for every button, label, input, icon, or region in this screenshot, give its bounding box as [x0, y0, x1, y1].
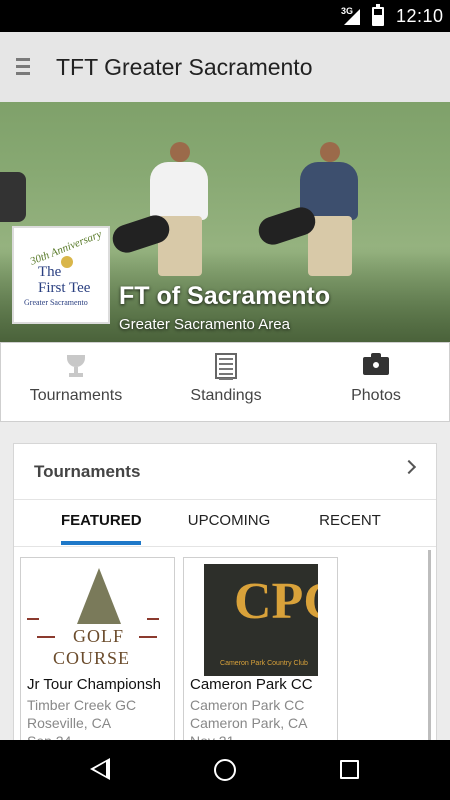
section-nav: Tournaments Standings Photos	[0, 342, 450, 422]
nav-photos[interactable]: Photos	[301, 343, 450, 423]
nav-label: Tournaments	[29, 387, 123, 404]
nav-standings[interactable]: Standings	[151, 343, 301, 423]
active-tab-indicator	[61, 541, 141, 545]
hero-banner: 30th Anniversary The First Tee Greater S…	[0, 102, 450, 342]
course-logo: CPC Cameron Park Country Club	[204, 564, 318, 676]
status-bar: 3G 12:10	[0, 0, 450, 32]
tab-upcoming[interactable]: UPCOMING	[179, 501, 279, 547]
tournament-tabs: FEATURED UPCOMING RECENT	[14, 501, 436, 547]
tournaments-card-header[interactable]: Tournaments	[14, 444, 436, 500]
battery-icon	[372, 4, 384, 26]
tournament-name: Cameron Park CC	[190, 676, 313, 693]
tab-recent[interactable]: RECENT	[310, 501, 390, 547]
hamburger-menu-icon[interactable]	[16, 58, 30, 76]
golf-ball-icon	[61, 256, 73, 268]
tournament-course: Cameron Park CC	[190, 697, 305, 713]
hero-photo-figure	[0, 172, 26, 222]
hero-title: FT of Sacramento	[119, 282, 331, 310]
home-icon[interactable]	[214, 759, 236, 781]
tournament-tile[interactable]: GOLF COURSE Jr Tour Championsh Timber Cr…	[20, 557, 175, 743]
card-title: Tournaments	[34, 462, 141, 481]
status-time: 12:10	[396, 6, 444, 26]
tree-icon	[77, 568, 121, 624]
tournaments-card: Tournaments FEATURED UPCOMING RECENT GOL…	[13, 443, 437, 743]
standings-list-icon	[213, 353, 239, 380]
recent-apps-icon[interactable]	[340, 760, 359, 779]
tournament-location: Roseville, CA	[27, 715, 112, 731]
app-bar: TFT Greater Sacramento	[0, 32, 450, 102]
org-logo: 30th Anniversary The First Tee Greater S…	[12, 226, 110, 324]
nav-tournaments[interactable]: Tournaments	[1, 343, 151, 423]
tournament-course: Timber Creek GC	[27, 697, 137, 713]
system-nav-bar	[0, 740, 450, 800]
tournament-name: Jr Tour Championsh	[27, 676, 161, 693]
chevron-right-icon[interactable]	[401, 459, 417, 475]
nav-label: Standings	[190, 387, 262, 404]
content-area: Tournaments FEATURED UPCOMING RECENT GOL…	[0, 422, 450, 743]
tournament-tile[interactable]: CPC Cameron Park Country Club Cameron Pa…	[183, 557, 338, 743]
back-icon[interactable]	[90, 758, 110, 780]
scrollbar[interactable]	[428, 550, 431, 743]
camera-icon	[363, 353, 389, 379]
signal-icon	[344, 9, 360, 25]
course-logo: GOLF COURSE	[27, 564, 168, 676]
tournament-location: Cameron Park, CA	[190, 715, 308, 731]
nav-label: Photos	[351, 387, 401, 404]
hero-subtitle: Greater Sacramento Area	[119, 316, 290, 333]
app-title: TFT Greater Sacramento	[56, 54, 313, 80]
trophy-icon	[63, 353, 89, 379]
